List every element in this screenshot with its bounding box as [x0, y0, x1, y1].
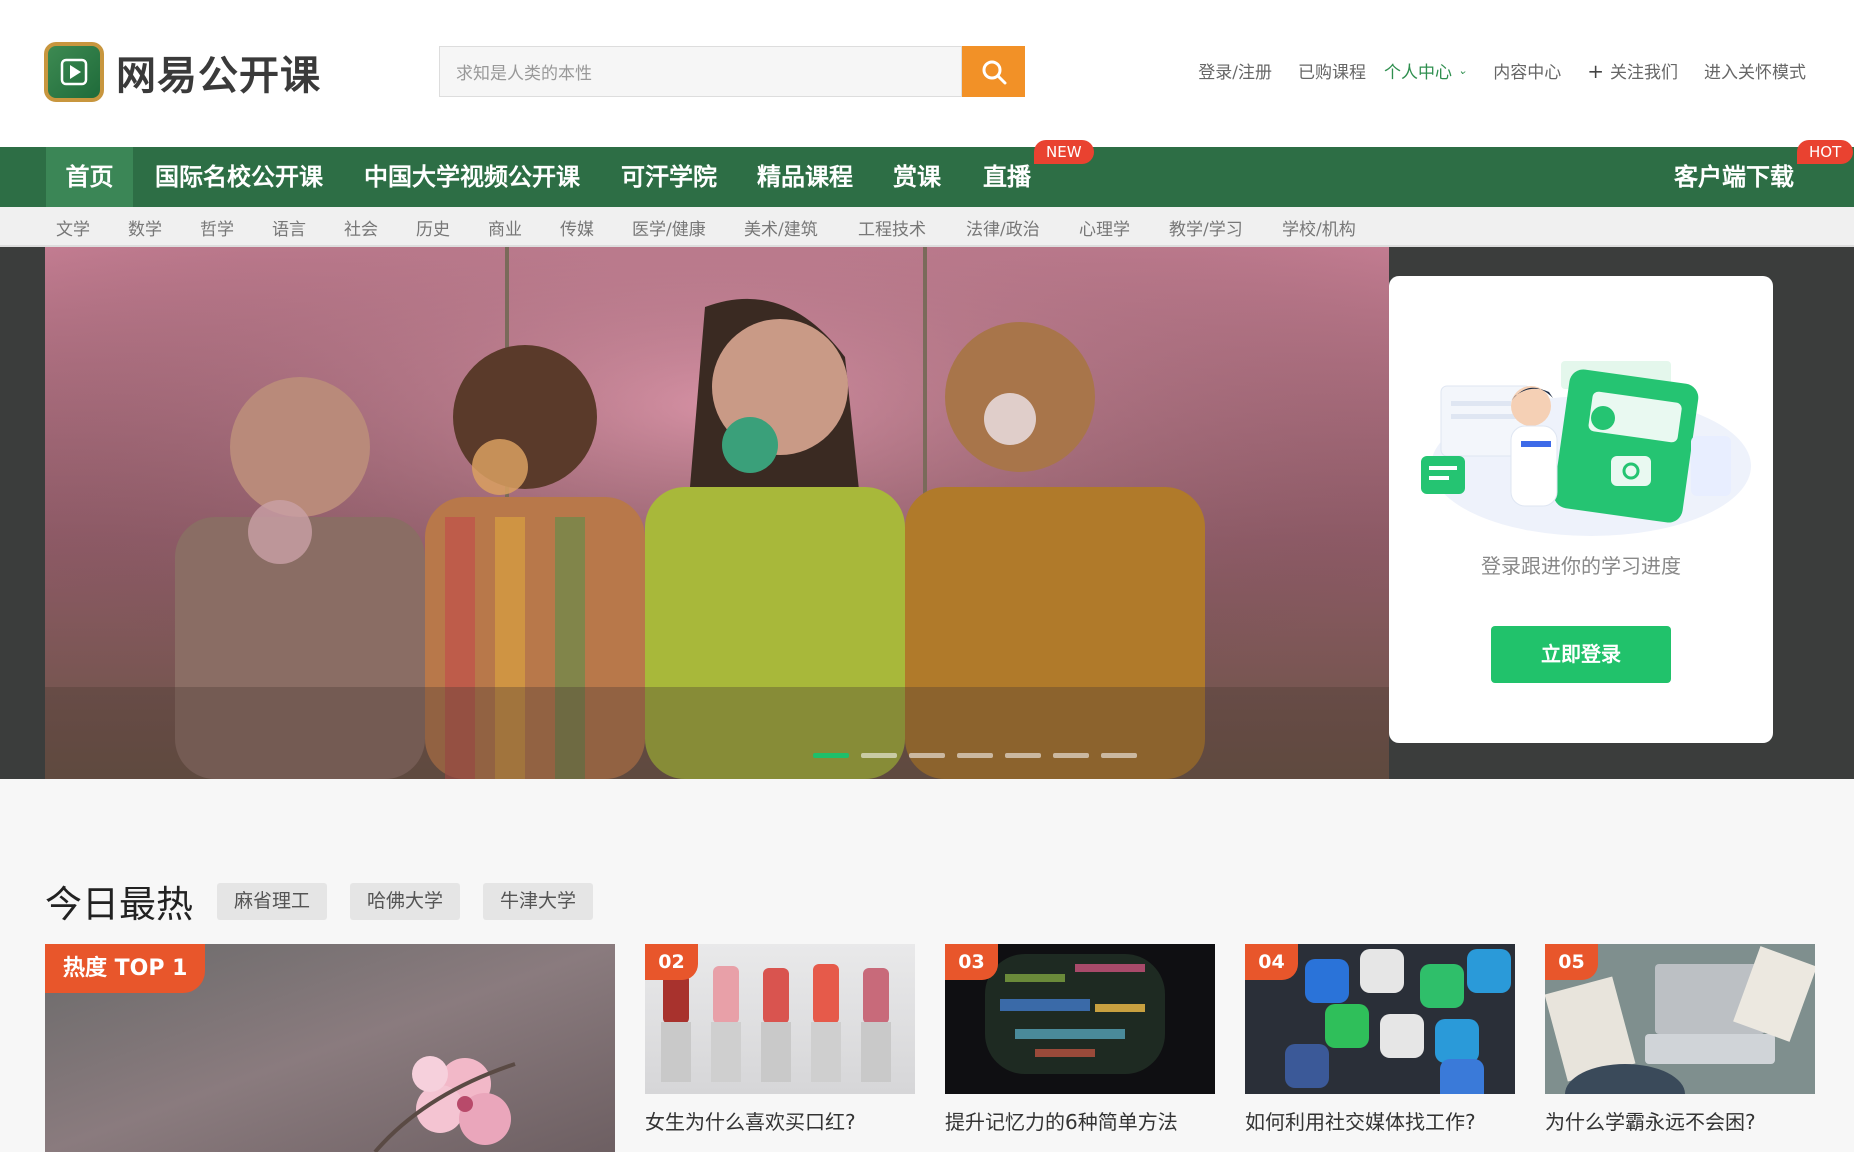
login-now-button[interactable]: 立即登录 — [1491, 626, 1671, 683]
course-title[interactable]: 女生为什么喜欢买口红? — [645, 1106, 856, 1135]
carousel-indicators — [813, 753, 1149, 758]
course-title[interactable]: 为什么学霸永远不会困? — [1545, 1106, 1756, 1135]
carousel-dot[interactable] — [1101, 753, 1137, 758]
rank-badge: 04 — [1245, 944, 1298, 980]
logo-text: 网易公开课 — [116, 53, 321, 99]
rank-badge: 05 — [1545, 944, 1598, 980]
follow-us-label: 关注我们 — [1610, 63, 1678, 83]
main-nav: 首页 国际名校公开课 中国大学视频公开课 可汗学院 精品课程 赏课 直播 NEW… — [0, 140, 1854, 207]
care-mode-link[interactable]: 进入关怀模式 — [1704, 58, 1806, 83]
follow-us-link[interactable]: + 关注我们 — [1587, 58, 1678, 84]
chevron-down-icon: ⌄ — [1458, 64, 1468, 77]
category-teaching[interactable]: 教学/学习 — [1169, 215, 1243, 240]
carousel-dot[interactable] — [909, 753, 945, 758]
hot-section-title: 今日最热 — [45, 883, 193, 926]
category-media[interactable]: 传媒 — [560, 215, 594, 240]
hero-slide-image[interactable] — [45, 247, 1389, 779]
course-title[interactable]: 如何利用社交媒体找工作? — [1245, 1106, 1476, 1135]
site-logo[interactable]: 网易公开课 — [44, 42, 321, 102]
course-card[interactable]: 02 — [645, 944, 915, 1094]
course-card[interactable]: 04 — [1245, 944, 1515, 1094]
plus-icon: + — [1587, 58, 1604, 83]
top-heat-badge: 热度 TOP 1 — [45, 944, 206, 993]
nav-khan-academy[interactable]: 可汗学院 — [621, 147, 717, 207]
purchased-courses-link[interactable]: 已购课程 — [1298, 58, 1366, 83]
category-schools[interactable]: 学校/机构 — [1282, 215, 1356, 240]
login-register-link[interactable]: 登录/注册 — [1198, 58, 1272, 83]
carousel-dot[interactable] — [1005, 753, 1041, 758]
top-links: 登录/注册 已购课程 个人中心 ⌄ 内容中心 + 关注我们 进入关怀模式 — [1172, 58, 1806, 84]
hot-section-header: 今日最热 麻省理工 哈佛大学 牛津大学 — [45, 874, 616, 928]
top-course-card[interactable]: 热度 TOP 1 — [45, 944, 615, 1152]
nav-premium-courses[interactable]: 精品课程 — [757, 147, 853, 207]
category-history[interactable]: 历史 — [416, 215, 450, 240]
top-header: 网易公开课 求知是人类的本性 登录/注册 已购课程 个人中心 ⌄ 内容中心 + 关注… — [0, 0, 1854, 147]
rank-badge: 02 — [645, 944, 698, 980]
nav-live[interactable]: 直播 — [983, 147, 1031, 207]
category-medicine[interactable]: 医学/健康 — [632, 215, 706, 240]
tag-harvard[interactable]: 哈佛大学 — [350, 882, 461, 920]
rank-badge: 03 — [945, 944, 998, 980]
category-philosophy[interactable]: 哲学 — [200, 215, 234, 240]
hero-photo-illustration — [45, 247, 1389, 779]
category-math[interactable]: 数学 — [128, 215, 162, 240]
tag-oxford[interactable]: 牛津大学 — [483, 882, 594, 920]
play-logo-icon — [44, 42, 104, 102]
content-center-link[interactable]: 内容中心 — [1493, 58, 1561, 83]
carousel-dot[interactable] — [813, 753, 849, 758]
search-icon — [982, 60, 1006, 84]
personal-center-menu[interactable]: 个人中心 ⌄ — [1384, 58, 1467, 83]
personal-center-label: 个人中心 — [1384, 63, 1453, 83]
nav-china-university[interactable]: 中国大学视频公开课 — [364, 147, 580, 207]
category-art[interactable]: 美术/建筑 — [744, 215, 818, 240]
login-prompt-text: 登录跟进你的学习进度 — [1481, 554, 1681, 578]
carousel-dot[interactable] — [861, 753, 897, 758]
category-business[interactable]: 商业 — [488, 215, 522, 240]
search-bar: 求知是人类的本性 — [439, 46, 1025, 97]
login-card: 登录跟进你的学习进度 立即登录 — [1389, 276, 1773, 743]
nav-home[interactable]: 首页 — [46, 147, 133, 207]
course-card[interactable]: 05 — [1545, 944, 1815, 1094]
category-engineering[interactable]: 工程技术 — [858, 215, 926, 240]
category-psychology[interactable]: 心理学 — [1079, 215, 1130, 240]
search-input[interactable]: 求知是人类的本性 — [439, 46, 962, 97]
carousel-dot[interactable] — [1053, 753, 1089, 758]
search-button[interactable] — [962, 46, 1025, 97]
category-language[interactable]: 语言 — [272, 215, 306, 240]
category-literature[interactable]: 文学 — [56, 215, 90, 240]
course-title[interactable]: 提升记忆力的6种简单方法 — [945, 1106, 1178, 1135]
nav-international-schools[interactable]: 国际名校公开课 — [155, 147, 323, 207]
category-nav: 文学 数学 哲学 语言 社会 历史 商业 传媒 医学/健康 美术/建筑 工程技术… — [0, 207, 1854, 247]
category-law[interactable]: 法律/政治 — [966, 215, 1040, 240]
category-society[interactable]: 社会 — [344, 215, 378, 240]
nav-appreciation-courses[interactable]: 赏课 — [893, 147, 941, 207]
nav-client-download[interactable]: 客户端下载 — [1674, 147, 1794, 207]
tag-mit[interactable]: 麻省理工 — [217, 882, 328, 920]
hot-badge: HOT — [1797, 140, 1854, 164]
course-card[interactable]: 03 — [945, 944, 1215, 1094]
learning-illustration — [1421, 361, 1751, 536]
carousel-dot[interactable] — [957, 753, 993, 758]
new-badge: NEW — [1034, 140, 1094, 164]
